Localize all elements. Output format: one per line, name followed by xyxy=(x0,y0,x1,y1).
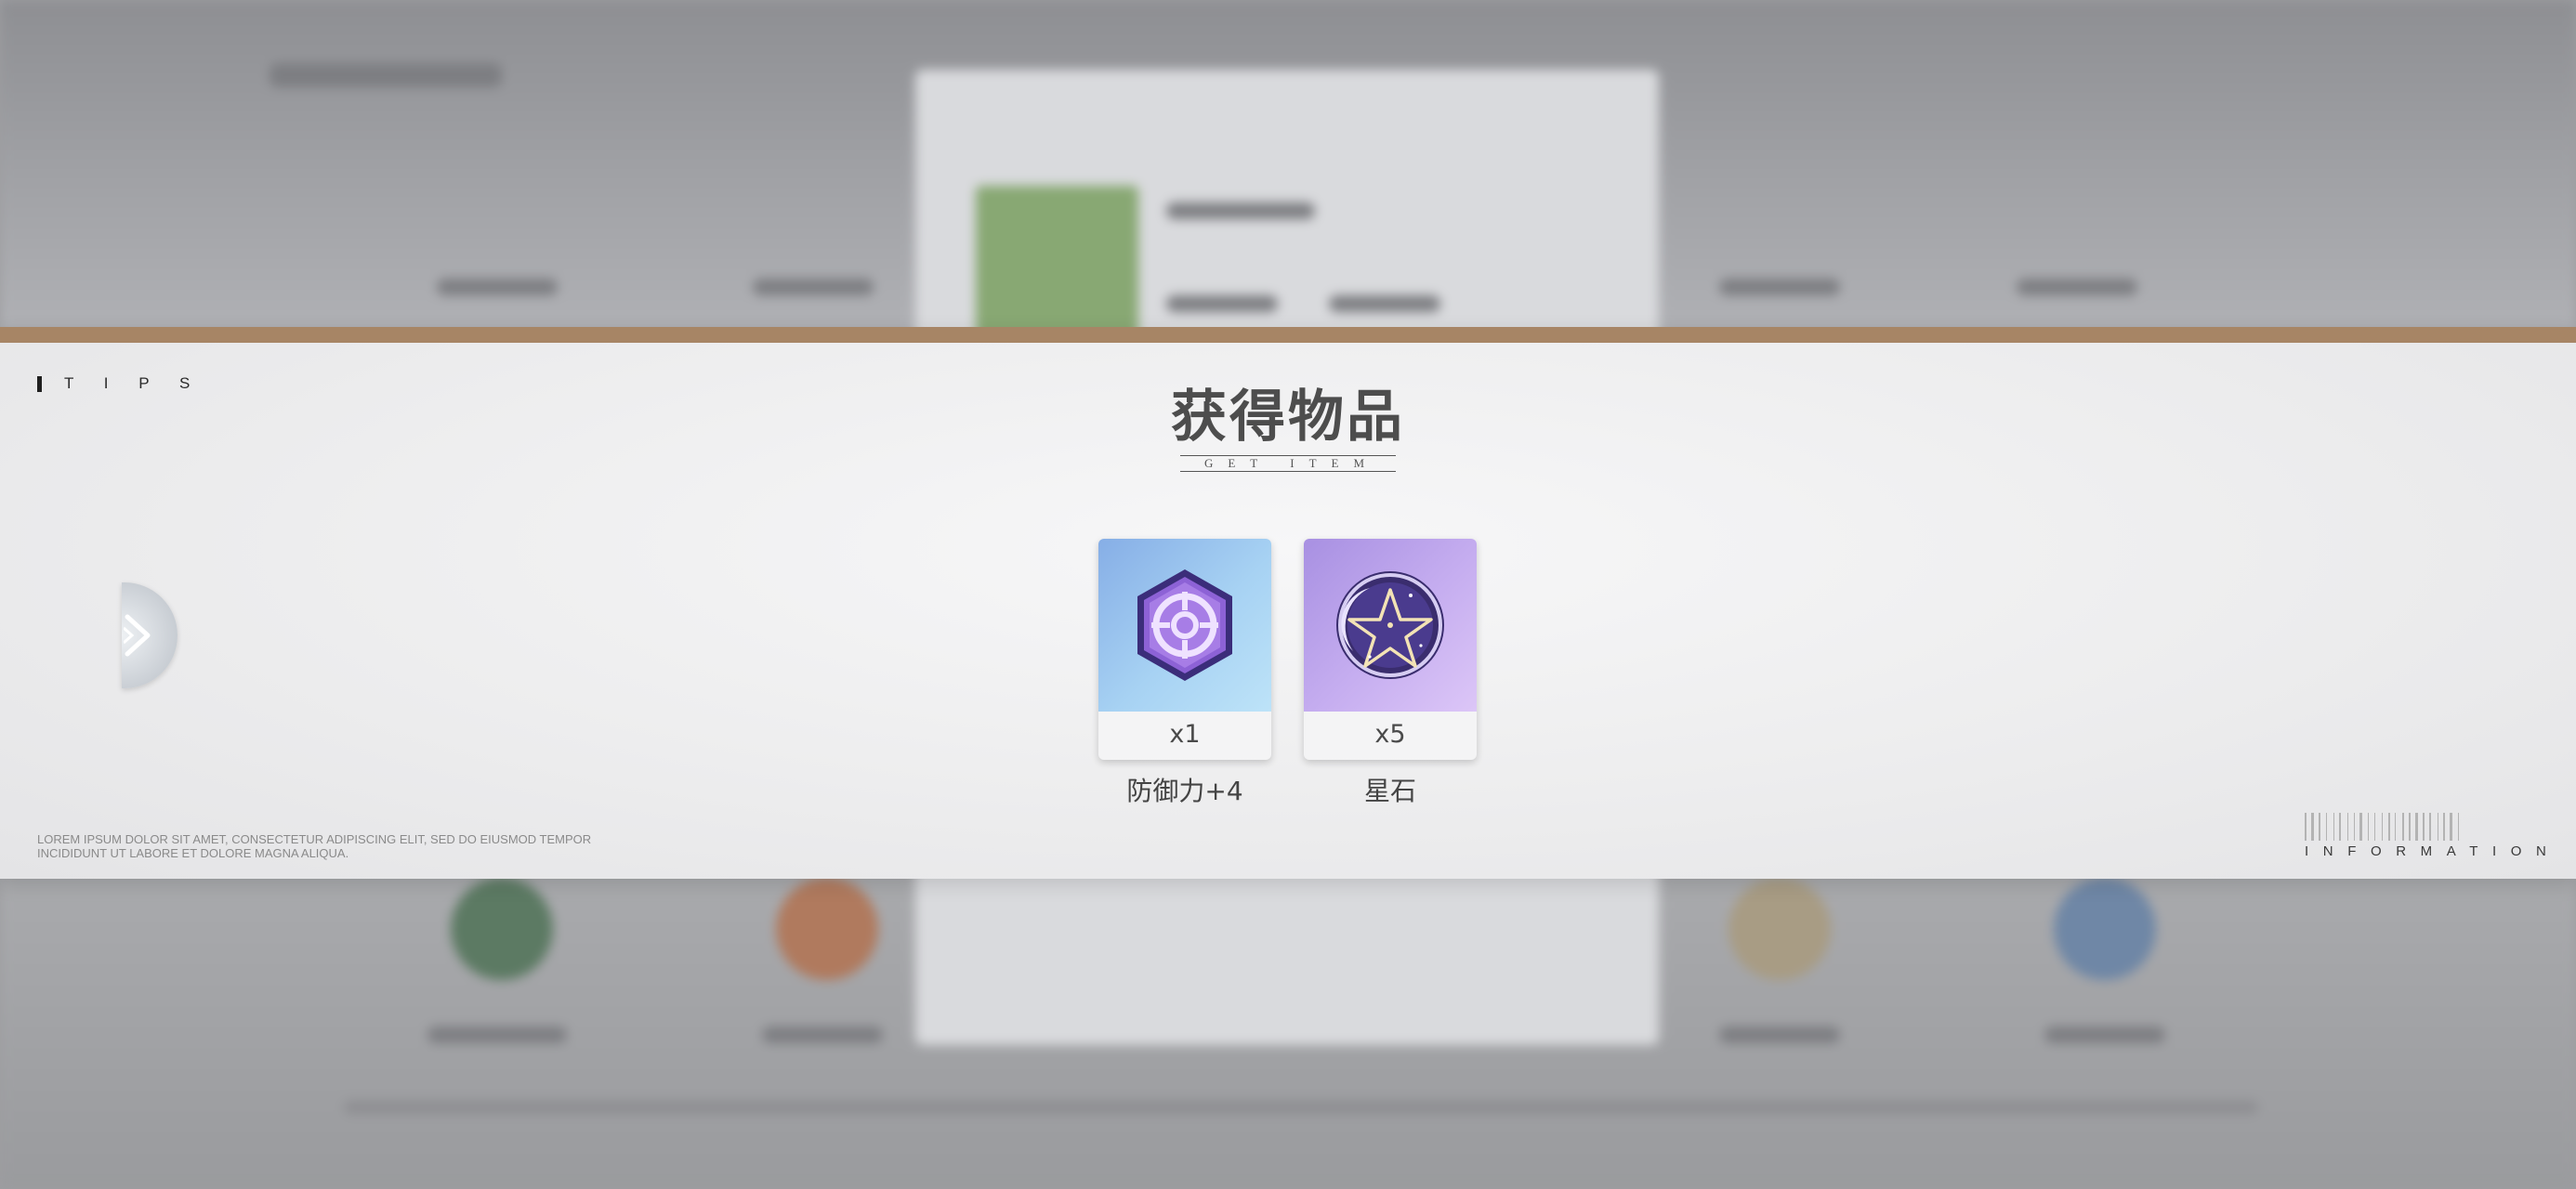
item-image xyxy=(1304,539,1477,712)
item-name: 防御力+4 xyxy=(1126,776,1243,806)
background-icon xyxy=(776,878,878,980)
background-title-bar xyxy=(269,63,502,87)
dialog-title-block: 获得物品 GET ITEM xyxy=(1102,383,1474,472)
pentagram-star-stone-icon xyxy=(1336,571,1444,679)
item-card[interactable]: x1 xyxy=(1098,539,1271,760)
background-icon xyxy=(451,878,553,980)
footer-lorem-text: LOREM IPSUM DOLOR SIT AMET, CONSECTETUR … xyxy=(37,832,592,860)
background-icon xyxy=(2054,878,2156,980)
item-image xyxy=(1098,539,1271,712)
background-text-bar xyxy=(344,1101,2258,1114)
tips-label: T I P S xyxy=(64,374,204,392)
item-quantity: x5 xyxy=(1374,720,1406,749)
item-quantity: x1 xyxy=(1169,720,1201,749)
item-name: 星石 xyxy=(1363,776,1416,806)
dialog-title: 获得物品 xyxy=(1171,385,1405,450)
barcode-icon xyxy=(2305,813,2459,841)
dialog-subtitle: GET ITEM xyxy=(1203,456,1380,470)
item-card[interactable]: x5 xyxy=(1304,539,1477,760)
defense-shield-target-icon xyxy=(1137,569,1232,681)
information-label: INFORMATION xyxy=(2305,843,2561,859)
background-text-bar xyxy=(762,1026,883,1043)
background-thumbnail xyxy=(976,186,1138,339)
background-text-bar xyxy=(2044,1026,2165,1043)
tips-marker xyxy=(37,375,42,392)
background-text-bar xyxy=(2017,279,2137,295)
get-item-dialog: T I P S 获得物品 GET ITEM x1 防御力+4 x5 星石 LOR… xyxy=(0,327,2576,879)
dialog-accent-bar xyxy=(0,327,2576,343)
tips-header: T I P S xyxy=(37,374,203,393)
background-text-bar xyxy=(1166,295,1278,312)
background-text-bar xyxy=(427,1026,567,1043)
background-text-bar xyxy=(753,279,874,295)
chevron-right-icon xyxy=(124,614,151,657)
background-icon xyxy=(1728,878,1831,980)
background-text-bar xyxy=(1719,279,1840,295)
background-text-bar xyxy=(1329,295,1440,312)
side-arrow-button[interactable] xyxy=(122,582,177,688)
background-text-bar xyxy=(437,279,558,295)
background-text-bar xyxy=(1166,203,1315,219)
dialog-subtitle-rule: GET ITEM xyxy=(1180,455,1396,472)
background-text-bar xyxy=(1719,1026,1840,1043)
